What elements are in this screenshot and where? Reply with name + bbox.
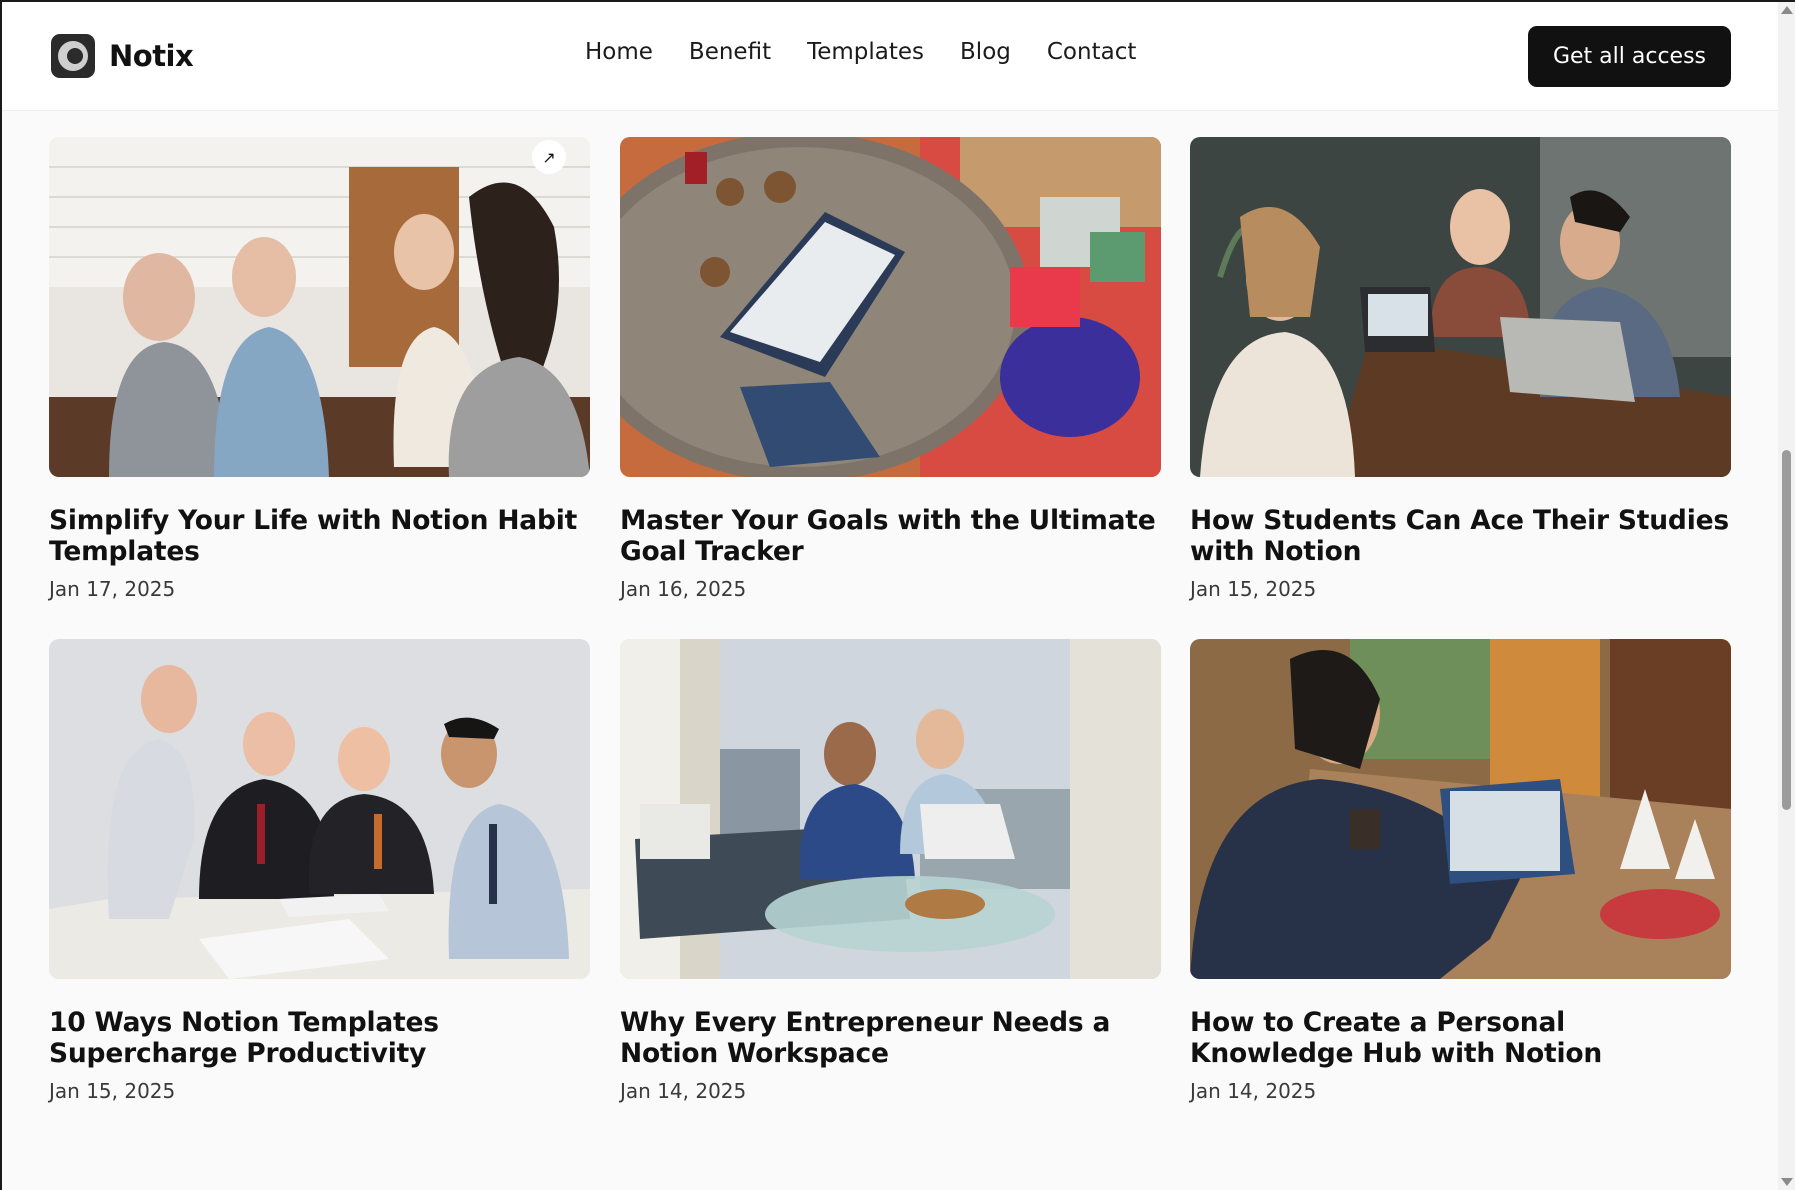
post-thumbnail-image[interactable]: ↗ — [49, 137, 590, 477]
nav-home[interactable]: Home — [585, 39, 653, 65]
post-date: Jan 15, 2025 — [1190, 577, 1317, 601]
post-title[interactable]: How to Create a Personal Knowledge Hub w… — [1190, 1007, 1731, 1069]
nav-benefit[interactable]: Benefit — [689, 39, 771, 65]
post-title[interactable]: How Students Can Ace Their Studies with … — [1190, 505, 1731, 567]
post-date: Jan 14, 2025 — [1190, 1079, 1317, 1103]
vertical-scrollbar[interactable] — [1778, 2, 1795, 1190]
arrow-up-right-icon[interactable]: ↗ — [532, 140, 566, 174]
post-thumbnail-image[interactable] — [1190, 137, 1731, 477]
blog-card[interactable]: Why Every Entrepreneur Needs a Notion Wo… — [620, 639, 1161, 1103]
blog-card[interactable]: 10 Ways Notion Templates Supercharge Pro… — [49, 639, 590, 1103]
notix-logo-icon — [51, 34, 95, 78]
post-title[interactable]: 10 Ways Notion Templates Supercharge Pro… — [49, 1007, 590, 1069]
post-title[interactable]: Master Your Goals with the Ultimate Goal… — [620, 505, 1161, 567]
post-thumbnail-image[interactable] — [620, 639, 1161, 979]
blog-card[interactable]: How Students Can Ace Their Studies with … — [1190, 137, 1731, 601]
post-date: Jan 17, 2025 — [49, 577, 176, 601]
scrollbar-thumb[interactable] — [1782, 450, 1791, 810]
nav-templates[interactable]: Templates — [807, 39, 924, 65]
main-nav: Home Benefit Templates Blog Contact — [585, 39, 1172, 65]
brand-name: Notix — [109, 39, 194, 73]
blog-card[interactable]: How to Create a Personal Knowledge Hub w… — [1190, 639, 1731, 1103]
scroll-down-arrow-icon[interactable] — [1781, 1178, 1793, 1186]
post-date: Jan 15, 2025 — [49, 1079, 176, 1103]
site-header: Notix Home Benefit Templates Blog Contac… — [2, 2, 1778, 111]
scroll-up-arrow-icon[interactable] — [1781, 6, 1793, 14]
post-thumbnail-image[interactable] — [620, 137, 1161, 477]
brand-logo[interactable]: Notix — [51, 34, 194, 78]
post-thumbnail-image[interactable] — [49, 639, 590, 979]
blog-card[interactable]: ↗ Simplify Your Life with Notion Habit T… — [49, 137, 590, 601]
get-all-access-button[interactable]: Get all access — [1528, 26, 1731, 87]
blog-card[interactable]: Master Your Goals with the Ultimate Goal… — [620, 137, 1161, 601]
post-date: Jan 16, 2025 — [620, 577, 747, 601]
post-title[interactable]: Why Every Entrepreneur Needs a Notion Wo… — [620, 1007, 1161, 1069]
post-title[interactable]: Simplify Your Life with Notion Habit Tem… — [49, 505, 590, 567]
post-date: Jan 14, 2025 — [620, 1079, 747, 1103]
post-thumbnail-image[interactable] — [1190, 639, 1731, 979]
nav-blog[interactable]: Blog — [960, 39, 1011, 65]
nav-contact[interactable]: Contact — [1047, 39, 1136, 65]
